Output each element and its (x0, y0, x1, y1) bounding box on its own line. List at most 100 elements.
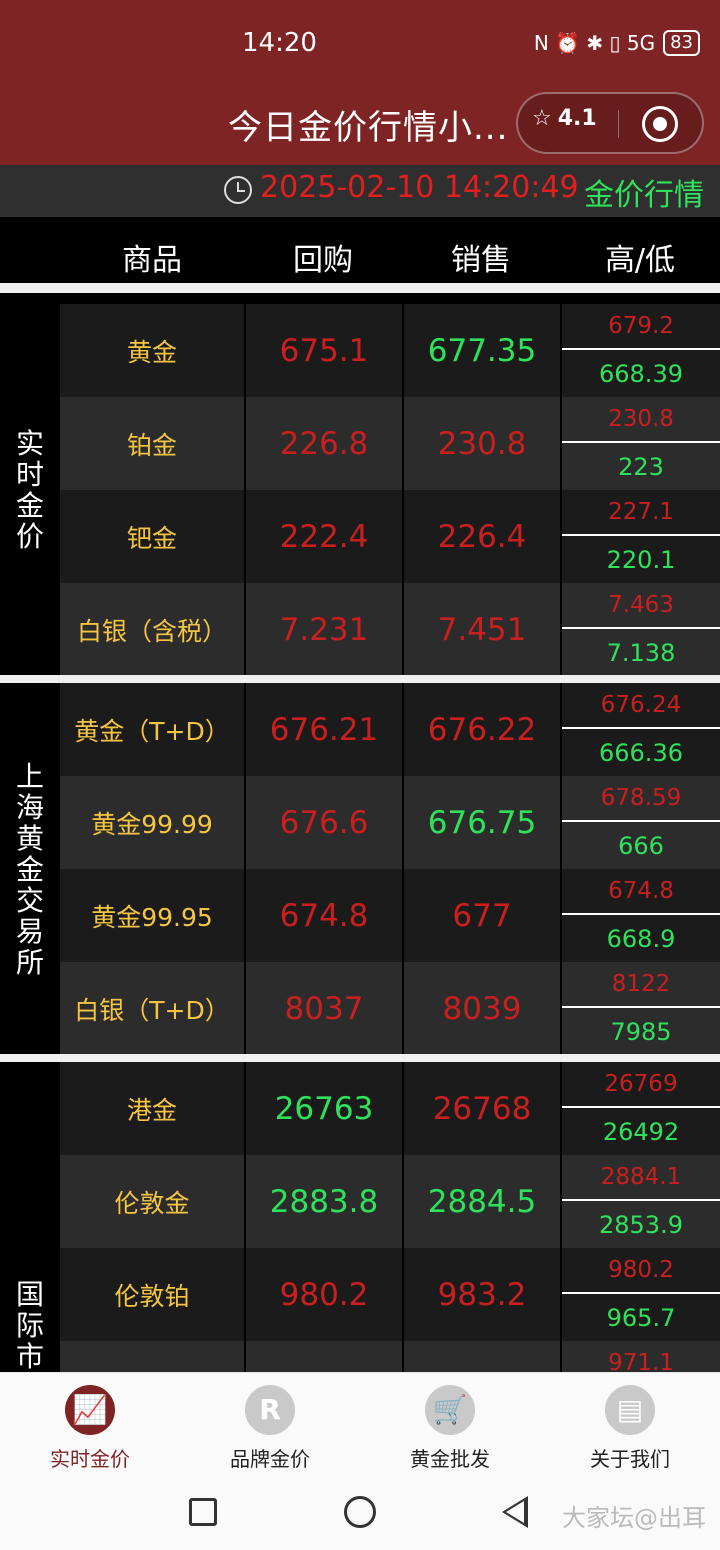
high-price: 227.1 (562, 490, 720, 536)
section-divider (0, 675, 720, 683)
buy-price: 676.6 (244, 776, 402, 869)
nav-label-realtime: 实时金价 (50, 1447, 130, 1471)
sell-price: 226.4 (402, 490, 560, 583)
buy-price: 674.8 (244, 869, 402, 962)
close-target-icon[interactable] (642, 106, 678, 142)
buy-price: 2883.8 (244, 1155, 402, 1248)
table-row[interactable]: 伦敦铂 980.2 983.2 980.2 965.7 (60, 1248, 720, 1341)
sell-price: 2884.5 (402, 1155, 560, 1248)
buy-price: 980.2 (244, 1248, 402, 1341)
sell-price: 26768 (402, 1062, 560, 1155)
low-price: 220.1 (606, 545, 676, 574)
sell-price: 230.8 (402, 397, 560, 490)
table-row[interactable]: 白银（T+D） 8037 8039 8122 7985 (60, 962, 720, 1055)
chart-icon: 📈 (65, 1385, 115, 1435)
table-row[interactable]: 钯金 222.4 226.4 227.1 220.1 (60, 490, 720, 583)
product-name: 铂金 (126, 430, 177, 460)
rating-value: 4.1 (557, 106, 597, 131)
high-price: 674.8 (562, 869, 720, 915)
high-price: 980.2 (562, 1248, 720, 1294)
high-low-cell: 230.8 223 (560, 397, 720, 490)
product-name: 白银（含税） (76, 616, 227, 646)
high-price: 230.8 (562, 397, 720, 443)
bottom-nav: 📈 实时金价 R 品牌金价 🛒 黄金批发 ▤ 关于我们 (0, 1372, 720, 1482)
buy-price: 7.231 (244, 583, 402, 676)
brand-r-icon: R (245, 1385, 295, 1435)
sell-price: 676.22 (402, 683, 560, 776)
low-price: 26492 (602, 1117, 680, 1146)
nav-item-realtime[interactable]: 📈 实时金价 (0, 1385, 180, 1472)
current-datetime: 2025-02-10 14:20:49 (260, 170, 579, 205)
status-indicator-icons: N ⏰ ✱ ▯ 5G (533, 31, 656, 55)
miniapp-capsule[interactable]: ☆ 4.1 (516, 92, 704, 154)
clock-icon (224, 176, 252, 204)
nav-item-about[interactable]: ▤ 关于我们 (540, 1385, 720, 1472)
table-row[interactable]: 971.1 (60, 1341, 720, 1434)
star-icon: ☆ (532, 106, 552, 131)
status-time: 14:20 (242, 28, 317, 58)
buy-price: 222.4 (244, 490, 402, 583)
section-label-text: 实时金价 (15, 427, 44, 553)
buy-price: 226.8 (244, 397, 402, 490)
capsule-divider (618, 110, 619, 138)
nav-item-brand[interactable]: R 品牌金价 (180, 1385, 360, 1472)
high-low-cell: 679.2 668.39 (560, 304, 720, 397)
high-low-cell: 8122 7985 (560, 962, 720, 1055)
back-icon[interactable] (502, 1496, 528, 1528)
product-name: 港金 (126, 1095, 177, 1125)
status-icons: N ⏰ ✱ ▯ 5G 83 (534, 30, 700, 56)
nav-item-wholesale[interactable]: 🛒 黄金批发 (360, 1385, 540, 1472)
market-label: 金价行情 (584, 178, 704, 213)
product-name: 黄金99.95 (91, 902, 213, 932)
header-buy: 回购 (293, 243, 353, 278)
high-low-cell: 227.1 220.1 (560, 490, 720, 583)
low-price: 965.7 (606, 1303, 676, 1332)
product-name: 钯金 (126, 523, 177, 553)
section-label-text: 国际市 (15, 1278, 44, 1373)
high-low-cell: 674.8 668.9 (560, 869, 720, 962)
section-divider (0, 1054, 720, 1062)
nav-label-about: 关于我们 (590, 1447, 670, 1471)
table-row[interactable]: 黄金99.95 674.8 677 674.8 668.9 (60, 869, 720, 962)
high-price: 676.24 (562, 683, 720, 729)
buy-price: 26763 (244, 1062, 402, 1155)
title-bar: 14:20 N ⏰ ✱ ▯ 5G 83 今日金价行情小... ☆ 4.1 (0, 0, 720, 165)
high-low-cell: 2884.1 2853.9 (560, 1155, 720, 1248)
product-name: 黄金（T+D） (74, 716, 230, 746)
table-row[interactable]: 黄金（T+D） 676.21 676.22 676.24 666.36 (60, 683, 720, 776)
high-price: 678.59 (562, 776, 720, 822)
cart-icon: 🛒 (425, 1385, 475, 1435)
document-icon: ▤ (605, 1385, 655, 1435)
rating-button[interactable]: ☆ 4.1 (532, 106, 597, 131)
table-row[interactable]: 铂金 226.8 230.8 230.8 223 (60, 397, 720, 490)
buy-price: 676.21 (244, 683, 402, 776)
product-name: 伦敦铂 (114, 1281, 190, 1311)
battery-level: 83 (663, 30, 700, 56)
header-sell: 销售 (451, 243, 511, 278)
sell-price: 676.75 (402, 776, 560, 869)
table-row[interactable]: 黄金 675.1 677.35 679.2 668.39 (60, 304, 720, 397)
watermark: 大家坛@出耳 (562, 1504, 706, 1532)
high-price: 7.463 (562, 583, 720, 629)
buy-price: 675.1 (244, 304, 402, 397)
table-row[interactable]: 伦敦金 2883.8 2884.5 2884.1 2853.9 (60, 1155, 720, 1248)
header-product: 商品 (122, 243, 182, 278)
low-price: 7.138 (606, 638, 676, 667)
home-icon[interactable] (344, 1496, 376, 1528)
table-row[interactable]: 白银（含税） 7.231 7.451 7.463 7.138 (60, 583, 720, 676)
sell-price: 677 (402, 869, 560, 962)
low-price: 2853.9 (599, 1210, 683, 1239)
high-low-cell: 980.2 965.7 (560, 1248, 720, 1341)
table-row[interactable]: 黄金99.99 676.6 676.75 678.59 666 (60, 776, 720, 869)
product-name: 伦敦金 (114, 1188, 190, 1218)
low-price: 668.39 (599, 359, 683, 388)
section-label-text: 上海黄金交易所 (15, 759, 44, 979)
table-row[interactable]: 港金 26763 26768 26769 26492 (60, 1062, 720, 1155)
section-label: 实时金价 (0, 304, 60, 676)
nav-label-wholesale: 黄金批发 (410, 1447, 490, 1471)
sell-price: 677.35 (402, 304, 560, 397)
section-label: 国际市 (0, 1062, 60, 1372)
nav-label-brand: 品牌金价 (230, 1447, 310, 1471)
recent-apps-icon[interactable] (189, 1498, 217, 1526)
sell-price: 8039 (402, 962, 560, 1055)
